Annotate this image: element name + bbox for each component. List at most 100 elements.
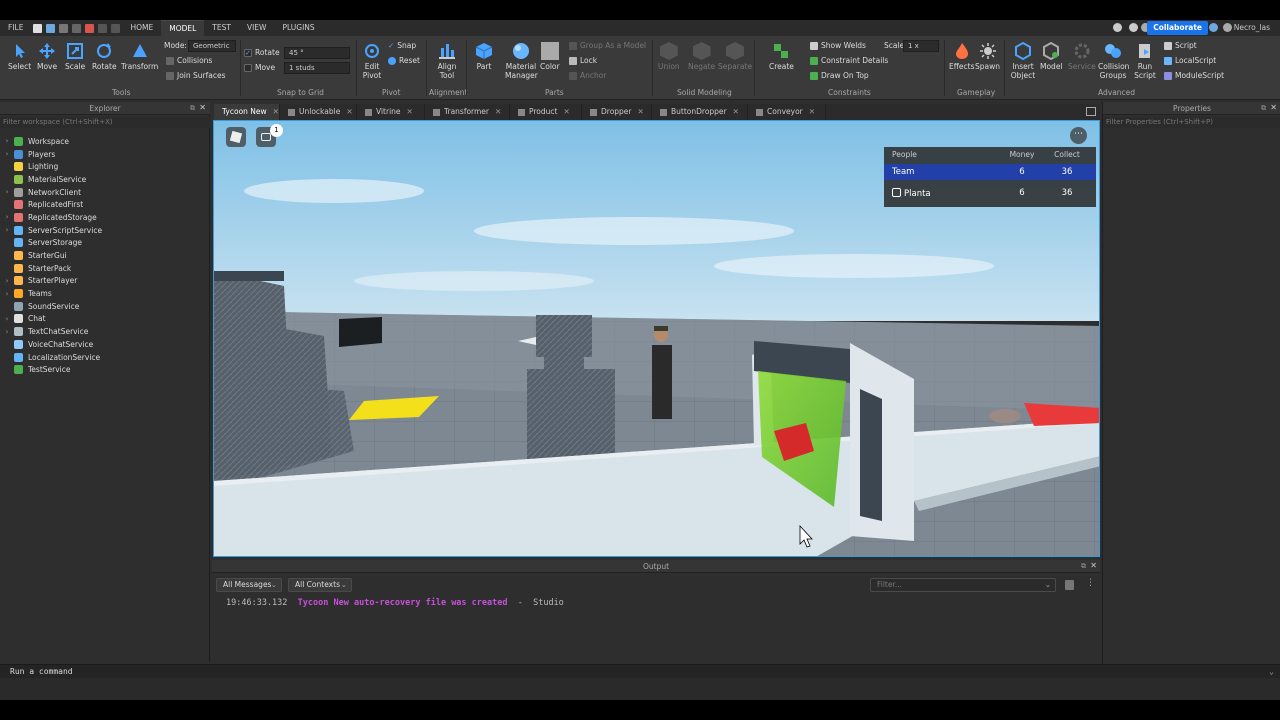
more-options-button[interactable]: ⋯ <box>1070 127 1087 144</box>
constraint-scale-input[interactable]: 1 x <box>903 40 939 52</box>
join-surfaces-toggle[interactable]: Join Surfaces <box>166 71 226 80</box>
close-icon[interactable]: ✕ <box>407 107 413 116</box>
show-welds-button[interactable]: Show Welds <box>810 41 866 50</box>
close-icon[interactable]: ✕ <box>563 107 569 116</box>
expand-arrow-icon[interactable]: › <box>0 213 14 221</box>
transform-button[interactable]: Transform <box>121 42 158 71</box>
constraint-details-button[interactable]: Constraint Details <box>810 56 888 65</box>
draw-on-top-button[interactable]: Draw On Top <box>810 71 869 80</box>
explorer-item-replicatedfirst[interactable]: ReplicatedFirst <box>0 198 210 211</box>
messages-filter-dropdown[interactable]: All Messages ⌄ <box>216 578 282 592</box>
close-icon[interactable]: ✕ <box>1090 561 1097 570</box>
pivot-snap-toggle[interactable]: ✓ Snap <box>388 41 416 50</box>
maximize-icon[interactable] <box>1086 107 1096 116</box>
lock-button[interactable]: Lock <box>569 56 597 65</box>
align-tool-button[interactable]: Align Tool <box>436 42 458 80</box>
move-snap-input[interactable]: 1 studs <box>284 62 350 74</box>
edit-pivot-button[interactable]: Edit Pivot <box>361 42 383 80</box>
stop-icon[interactable] <box>85 23 95 33</box>
tab-tycoon-new[interactable]: Tycoon New ✕ <box>214 104 280 120</box>
close-icon[interactable]: ✕ <box>733 107 739 116</box>
menu-home[interactable]: HOME <box>122 20 161 36</box>
close-icon[interactable]: ✕ <box>1270 103 1277 112</box>
menu-test[interactable]: TEST <box>204 20 239 36</box>
dock-icon[interactable]: ⧉ <box>190 104 195 113</box>
trash-icon[interactable] <box>1065 580 1074 590</box>
part-button[interactable]: Part <box>475 42 493 71</box>
leaderboard-team-row[interactable]: Team 6 36 <box>884 164 1096 180</box>
more-vertical-icon[interactable]: ⋮ <box>1086 578 1095 588</box>
explorer-item-chat[interactable]: › Chat <box>0 313 210 326</box>
new-file-icon[interactable] <box>33 23 43 33</box>
tab-unlockable[interactable]: Unlockable ✕ <box>280 104 357 120</box>
undo-icon[interactable] <box>98 23 108 33</box>
material-manager-button[interactable]: Material Manager <box>505 42 538 80</box>
chevron-up-icon[interactable] <box>1113 23 1122 32</box>
explorer-item-serverstorage[interactable]: ServerStorage <box>0 237 210 250</box>
tab-vitrine[interactable]: Vitrine ✕ <box>357 104 425 120</box>
dock-icon[interactable]: ⧉ <box>1081 562 1086 571</box>
explorer-item-networkclient[interactable]: › NetworkClient <box>0 186 210 199</box>
contexts-filter-dropdown[interactable]: All Contexts ⌄ <box>288 578 352 592</box>
expand-arrow-icon[interactable]: › <box>0 188 14 196</box>
save-icon[interactable] <box>59 23 69 33</box>
close-icon[interactable]: ✕ <box>638 107 644 116</box>
expand-arrow-icon[interactable]: › <box>0 315 14 323</box>
open-file-icon[interactable] <box>46 23 56 33</box>
share-link-icon[interactable] <box>1223 23 1232 32</box>
separate-button[interactable]: Separate <box>718 42 752 71</box>
insert-object-button[interactable]: Insert Object <box>1010 42 1036 80</box>
module-script-button[interactable]: ModuleScript <box>1164 71 1224 80</box>
tab-conveyor[interactable]: Conveyor ✕ <box>748 104 826 120</box>
properties-filter-input[interactable]: Filter Properties (Ctrl+Shift+P) <box>1103 117 1280 128</box>
explorer-item-starterplayer[interactable]: › StarterPlayer <box>0 275 210 288</box>
explorer-filter-input[interactable]: Filter workspace (Ctrl+Shift+X) <box>0 117 210 128</box>
help-icon[interactable] <box>1209 23 1218 32</box>
command-bar-input[interactable]: Run a command ⌄ <box>0 664 1280 678</box>
explorer-item-starterpack[interactable]: StarterPack <box>0 262 210 275</box>
expand-arrow-icon[interactable]: › <box>0 277 14 285</box>
explorer-item-teams[interactable]: › Teams <box>0 287 210 300</box>
mode-dropdown[interactable]: Geometric <box>188 40 236 52</box>
menu-model[interactable]: MODEL <box>161 20 205 36</box>
collision-groups-button[interactable]: Collision Groups <box>1098 42 1129 80</box>
anchor-button[interactable]: Anchor <box>569 71 606 80</box>
explorer-item-lighting[interactable]: Lighting <box>0 160 210 173</box>
play-icon[interactable] <box>72 23 82 33</box>
move-snap-checkbox[interactable]: Move <box>244 63 275 72</box>
rotate-button[interactable]: Rotate <box>92 42 117 71</box>
color-button[interactable]: Color <box>540 42 560 71</box>
close-icon[interactable]: ✕ <box>199 103 206 112</box>
explorer-item-textchatservice[interactable]: › TextChatService <box>0 325 210 338</box>
menu-file[interactable]: FILE <box>0 20 31 36</box>
menu-plugins[interactable]: PLUGINS <box>274 20 322 36</box>
explorer-item-voicechatservice[interactable]: VoiceChatService <box>0 338 210 351</box>
tab-dropper[interactable]: Dropper ✕ <box>582 104 652 120</box>
union-button[interactable]: Union <box>658 42 680 71</box>
3d-viewport[interactable]: 1 ⋯ People Money Collect Team 6 36 Plant… <box>213 120 1100 557</box>
close-icon[interactable]: ✕ <box>346 107 352 116</box>
collaborate-button[interactable]: Collaborate <box>1147 21 1208 35</box>
redo-icon[interactable] <box>111 23 121 33</box>
scale-button[interactable]: Scale <box>65 42 85 71</box>
spawn-button[interactable]: Spawn <box>975 42 1000 71</box>
leaderboard-player-row[interactable]: Planta 6 36 <box>884 185 1096 201</box>
script-button[interactable]: Script <box>1164 41 1197 50</box>
close-icon[interactable]: ✕ <box>809 107 815 116</box>
model-button[interactable]: Model <box>1040 42 1063 71</box>
explorer-item-startergui[interactable]: StarterGui <box>0 249 210 262</box>
explorer-item-workspace[interactable]: › Workspace <box>0 135 210 148</box>
tab-transformer[interactable]: Transformer ✕ <box>425 104 510 120</box>
expand-arrow-icon[interactable]: › <box>0 150 14 158</box>
dock-icon[interactable]: ⧉ <box>1261 104 1266 113</box>
expand-arrow-icon[interactable]: › <box>0 226 14 234</box>
run-script-button[interactable]: Run Script <box>1134 42 1156 80</box>
tab-buttondropper[interactable]: ButtonDropper ✕ <box>652 104 748 120</box>
create-constraint-button[interactable]: Create <box>769 42 794 71</box>
tab-product[interactable]: Product ✕ <box>510 104 582 120</box>
explorer-item-replicatedstorage[interactable]: › ReplicatedStorage <box>0 211 210 224</box>
negate-button[interactable]: Negate <box>688 42 715 71</box>
close-icon[interactable]: ✕ <box>495 107 501 116</box>
menu-view[interactable]: VIEW <box>239 20 275 36</box>
expand-arrow-icon[interactable]: › <box>0 290 14 298</box>
